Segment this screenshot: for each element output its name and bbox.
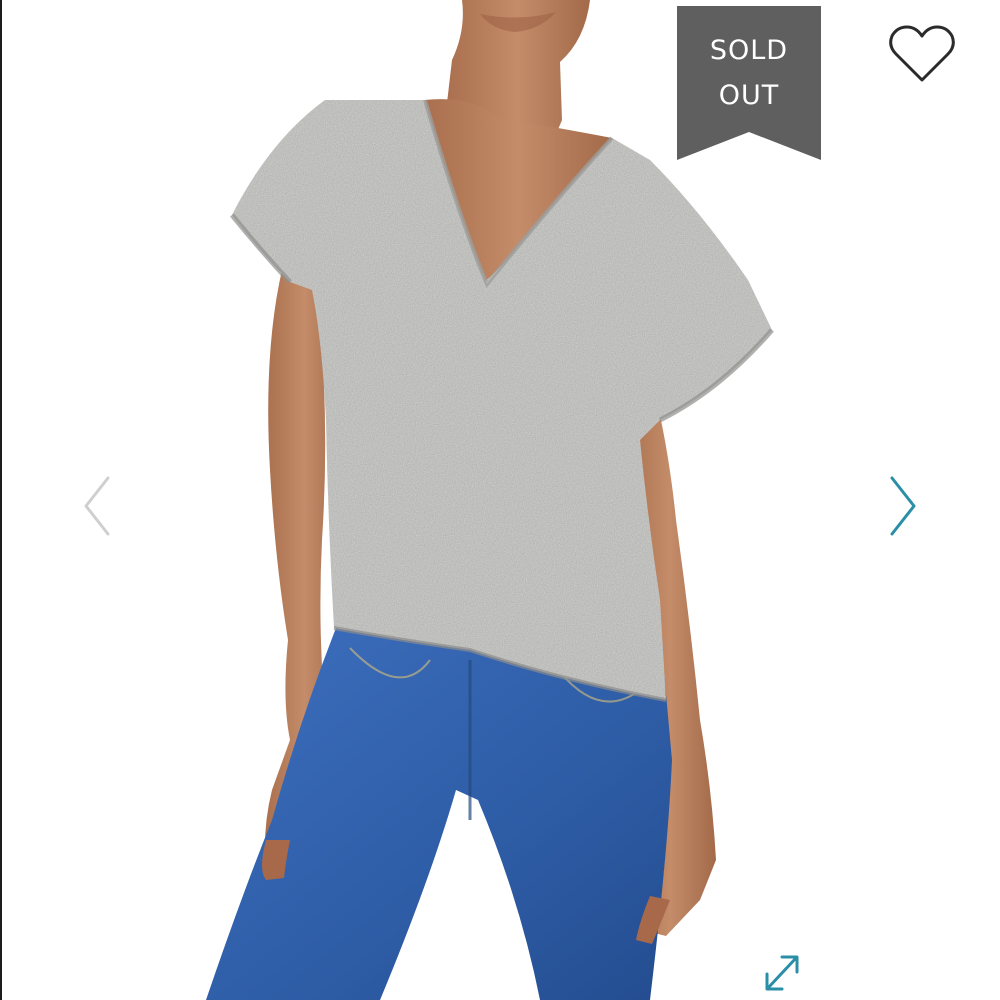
badge-label: SOLD OUT bbox=[677, 28, 821, 118]
sold-out-badge: SOLD OUT bbox=[677, 6, 821, 160]
badge-line-1: SOLD bbox=[709, 35, 789, 66]
expand-image-button[interactable] bbox=[758, 950, 806, 996]
chevron-right-icon bbox=[890, 476, 916, 536]
left-border bbox=[0, 0, 2, 1000]
favorite-button[interactable] bbox=[886, 24, 958, 88]
product-image-viewer: SOLD OUT bbox=[0, 0, 1000, 1000]
heart-icon bbox=[889, 25, 955, 82]
next-image-button[interactable] bbox=[880, 466, 926, 546]
chevron-left-icon bbox=[84, 476, 110, 536]
product-photo bbox=[206, 0, 774, 1000]
badge-line-2: OUT bbox=[718, 80, 780, 111]
previous-image-button[interactable] bbox=[76, 466, 122, 546]
expand-icon bbox=[765, 955, 799, 991]
